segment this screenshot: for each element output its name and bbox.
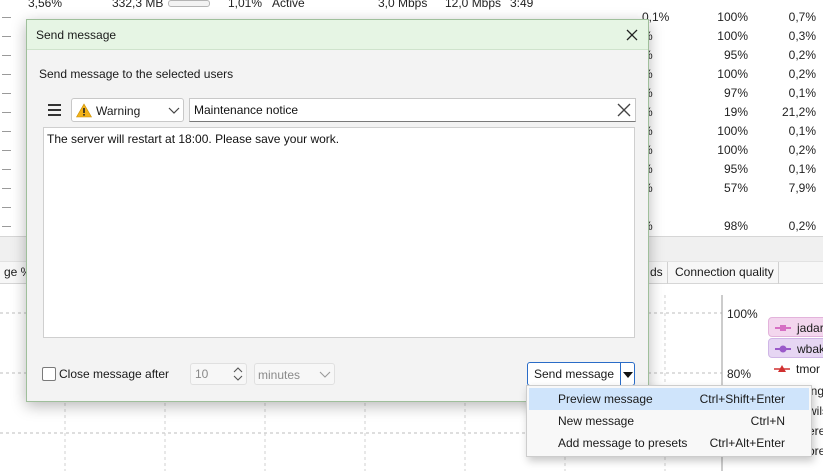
dialog-titlebar[interactable]: Send message	[27, 20, 648, 50]
cell: 100%	[717, 124, 748, 138]
row-marker	[2, 17, 11, 18]
legend-item-tmor[interactable]: tmor	[768, 359, 823, 379]
row-marker	[2, 150, 11, 151]
legend-label: tmor	[796, 362, 820, 376]
row-marker	[2, 131, 11, 132]
cell: 0,2%	[788, 219, 816, 233]
menu-item-label: New message	[558, 414, 635, 428]
cell: 7,9%	[788, 181, 816, 195]
cell: 97%	[723, 86, 748, 100]
legend-marker-icon	[774, 365, 790, 372]
cell: 0,1%	[788, 124, 816, 138]
tab-label: Connection quality	[675, 265, 774, 279]
menu-item-label: Preview message	[558, 392, 653, 406]
cell: 57%	[723, 181, 748, 195]
send-options-menu: Preview message Ctrl+Shift+Enter New mes…	[526, 385, 812, 457]
warning-icon	[76, 103, 92, 118]
send-split-button: Send message	[527, 362, 635, 386]
menu-item-shortcut: Ctrl+Shift+Enter	[699, 392, 785, 406]
row-marker	[2, 74, 11, 75]
row-marker	[2, 207, 11, 208]
menu-item-add-to-presets[interactable]: Add message to presets Ctrl+Alt+Enter	[529, 432, 809, 454]
close-after-value: 10	[195, 367, 209, 381]
close-after-units-select[interactable]: minutes	[254, 363, 335, 385]
cell: 0,2%	[788, 67, 816, 81]
row-marker	[2, 112, 11, 113]
chevron-down-icon	[168, 107, 180, 114]
stepper-arrows-icon[interactable]	[233, 366, 243, 382]
caret-down-icon	[623, 372, 633, 378]
cell: 98%	[723, 219, 748, 233]
send-options-dropdown-button[interactable]	[620, 363, 634, 385]
close-after-stepper[interactable]: 10	[190, 363, 247, 385]
dialog-subtitle: Send message to the selected users	[39, 67, 234, 81]
send-message-button[interactable]: Send message	[528, 363, 620, 385]
message-body-input[interactable]: The server will restart at 18:00. Please…	[43, 127, 635, 338]
cell: 19%	[723, 105, 748, 119]
y-tick-label: 80%	[727, 367, 752, 381]
cell: 0,1%	[788, 162, 816, 176]
message-type-select[interactable]: Warning	[71, 98, 184, 122]
cell: 0,2%	[788, 143, 816, 157]
menu-item-shortcut: Ctrl+Alt+Enter	[709, 436, 785, 450]
cell: 0,1%	[788, 86, 816, 100]
dialog-title: Send message	[36, 28, 117, 42]
row-marker	[2, 93, 11, 94]
row-marker	[2, 169, 11, 170]
close-button[interactable]	[620, 23, 644, 47]
cell: 95%	[723, 48, 748, 62]
menu-item-label: Add message to presets	[558, 436, 688, 450]
close-after-units-value: minutes	[258, 368, 301, 382]
cell: 21,2%	[781, 105, 816, 119]
close-after-checkbox[interactable]	[42, 367, 56, 381]
legend-label: wbak	[797, 342, 823, 356]
legend-label: jadar	[797, 321, 823, 335]
legend-item-wbak[interactable]: wbak	[768, 338, 823, 358]
cell: 100%	[717, 67, 748, 81]
subject-field[interactable]	[189, 98, 636, 122]
cell: 100%	[717, 10, 748, 24]
cell: 0,3%	[788, 29, 816, 43]
menu-item-shortcut: Ctrl+N	[750, 414, 785, 428]
menu-item-preview-message[interactable]: Preview message Ctrl+Shift+Enter	[529, 388, 809, 410]
tab-label: ds	[650, 265, 663, 279]
clear-icon[interactable]	[616, 102, 632, 118]
tab-connection-quality[interactable]: Connection quality	[671, 262, 779, 284]
legend-item-jadar[interactable]: jadar	[768, 317, 823, 337]
row-marker	[2, 226, 11, 227]
row-marker	[2, 36, 11, 37]
chevron-down-icon	[319, 371, 331, 378]
subject-input[interactable]	[194, 101, 604, 119]
send-message-dialog: Send message Send message to the selecte…	[26, 19, 649, 402]
row-marker	[2, 55, 11, 56]
cell: 100%	[717, 29, 748, 43]
legend-marker-icon	[775, 325, 791, 331]
menu-item-new-message[interactable]: New message Ctrl+N	[529, 410, 809, 432]
usage-bar	[168, 0, 210, 7]
close-icon	[626, 29, 638, 41]
y-tick-label: 100%	[727, 307, 758, 321]
cell: 0,2%	[788, 48, 816, 62]
presets-menu-button[interactable]	[43, 99, 67, 121]
cell: 95%	[723, 162, 748, 176]
legend-marker-icon	[775, 345, 791, 353]
row-marker	[2, 188, 11, 189]
close-after-label: Close message after	[59, 367, 170, 381]
cell: 100%	[717, 143, 748, 157]
cell: 0,7%	[788, 10, 816, 24]
message-type-value: Warning	[96, 104, 141, 118]
